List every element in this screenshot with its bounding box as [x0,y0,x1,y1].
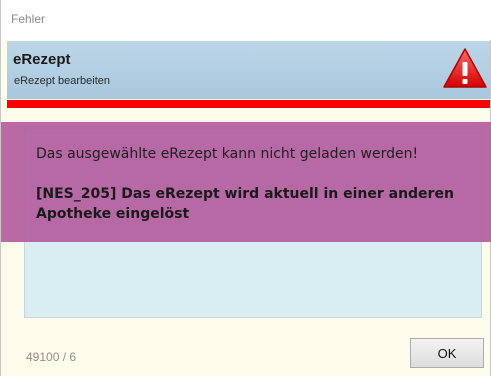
dialog-header: eRezept eRezept bearbeiten [7,41,490,99]
error-dialog: Fehler eRezept eRezept bearbeiten Das au… [0,0,491,376]
status-code: 49100 / 6 [26,350,77,364]
ok-button[interactable]: OK [410,338,484,368]
warning-icon [443,48,487,88]
window-title: Fehler [11,12,46,26]
error-message: Das ausgewählte eRezept kann nicht gelad… [36,146,419,162]
header-title: eRezept [13,51,71,68]
error-accent-bar [7,100,490,108]
error-detail: [NES_205] Das eRezept wird aktuell in ei… [36,186,454,222]
message-highlight [1,122,491,242]
title-bar[interactable]: Fehler [1,0,491,40]
header-subtitle: eRezept bearbeiten [14,75,111,87]
